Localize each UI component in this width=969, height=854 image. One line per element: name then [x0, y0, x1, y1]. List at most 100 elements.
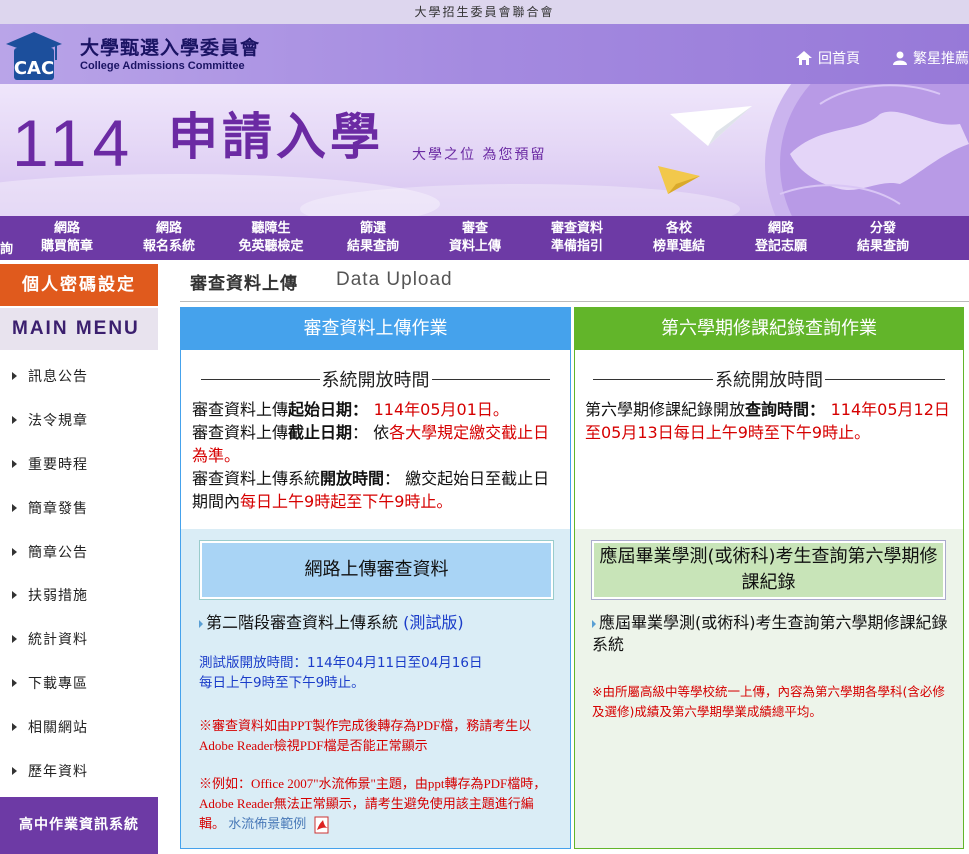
home-link[interactable]: 回首頁 — [796, 48, 860, 68]
menu-item-downloads[interactable]: 下載專區 — [0, 661, 158, 705]
menu-item-regulations[interactable]: 法令規章 — [0, 398, 158, 442]
banner-slogan: 大學之位 為您預留 — [412, 147, 547, 163]
course-record-panel-header: 第六學期修課紀錄查詢作業 — [574, 307, 964, 350]
menu-item-assistance[interactable]: 扶弱措施 — [0, 573, 158, 617]
course-record-system-link[interactable]: 應屆畢業學測(或術科)考生查詢第六學期修課紀錄系統 — [592, 612, 952, 656]
nav-item-preference-registration[interactable]: 網路 登記志願 — [730, 216, 832, 260]
menu-item-schedule[interactable]: 重要時程 — [0, 442, 158, 486]
theme-sample-link[interactable]: 水流佈景範例 — [228, 816, 306, 831]
menu-item-label: 下載專區 — [28, 676, 88, 693]
upload-panel-lower: 網路上傳審查資料 第二階段審查資料上傳系統 (測試版) 測試版開放時間：114年… — [181, 529, 570, 848]
nav-item-data-upload[interactable]: 審查 資料上傳 — [424, 216, 526, 260]
triangle-right-icon — [12, 459, 17, 468]
text: 審查資料上傳 — [192, 423, 289, 442]
brand-name-cn[interactable]: 大學甄選入學委員會 — [80, 33, 260, 60]
nav-item-registration[interactable]: 網路 報名系統 — [118, 216, 220, 260]
nav-item-line2: 準備指引 — [550, 239, 603, 254]
top-strip: 大學招生委員會聯合會 — [0, 0, 969, 24]
upload-system-link[interactable]: 第二階段審查資料上傳系統 (測試版) — [199, 612, 559, 634]
pdf-icon[interactable] — [313, 816, 331, 834]
test-version-tag: (測試版) — [403, 613, 464, 632]
nav-item-buy-brochure[interactable]: 網路 購買簡章 — [16, 216, 118, 260]
menu-item-label: 簡章公告 — [28, 544, 88, 561]
menu-item-archives[interactable]: 歷年資料 — [0, 749, 158, 793]
main-nav: 詢 網路 購買簡章 網路 報名系統 聽障生免英聽檢定 篩選結果查詢 審查資料上傳 審… — [0, 216, 969, 260]
nav-item-hearing-exempt[interactable]: 聽障生 免英聽檢定 — [220, 216, 322, 260]
ppt-note: ※例如：Office 2007"水流佈景"主題，由ppt轉存為PDF檔時，Ado… — [199, 774, 551, 834]
nav-item-line1: 分發 — [869, 221, 896, 236]
menu-item-label: 法令規章 — [28, 412, 88, 429]
upload-schedule-text: 審查資料上傳起始日期： 114年05月01日。 審查資料上傳截止日期： 依各大學… — [192, 398, 562, 513]
triangle-right-icon — [12, 591, 17, 600]
nav-item-line1: 各校 — [665, 221, 692, 236]
lang-link[interactable]: 繁星推薦 — [893, 48, 969, 68]
end-date-line: 審查資料上傳截止日期： 依各大學規定繳交截止日為準。 — [192, 421, 562, 467]
nav-item-line2: 登記志願 — [754, 239, 807, 254]
password-settings-button[interactable]: 個人密碼設定 — [0, 264, 158, 306]
menu-item-related-sites[interactable]: 相關網站 — [0, 705, 158, 749]
nav-item-placement-results[interactable]: 分發 結果查詢 — [832, 216, 934, 260]
text: ： — [809, 400, 831, 419]
menu-item-brochure-notice[interactable]: 簡章公告 — [0, 530, 158, 574]
main-menu-title: MAIN MENU — [0, 308, 158, 350]
menu-item-label: 訊息公告 — [28, 368, 88, 385]
text: 審查資料上傳系統 — [192, 469, 321, 488]
triangle-right-icon — [12, 723, 17, 732]
text-bold: 截止日期 — [288, 423, 353, 442]
online-upload-button[interactable]: 網路上傳審查資料 — [199, 540, 554, 600]
triangle-right-icon — [12, 503, 17, 512]
course-record-note: ※由所屬高級中等學校統一上傳，內容為第六學期各學科(含必修及選修)成績及第六學期… — [592, 684, 945, 719]
menu-item-label: 簡章發售 — [28, 500, 88, 517]
menu-item-label: 相關網站 — [28, 720, 88, 737]
cac-logo[interactable]: CAC — [4, 30, 64, 82]
section-title-row: 系統開放時間 — [575, 366, 963, 392]
menu-item-announcements[interactable]: 訊息公告 — [0, 354, 158, 398]
page-title-en: Data Upload — [336, 269, 453, 290]
brand-name-en[interactable]: College Admissions Committee — [80, 60, 245, 72]
triangle-right-icon — [12, 635, 17, 644]
course-record-panel: 系統開放時間 第六學期修課紀錄開放查詢時間： 114年05月12日至05月13日… — [574, 350, 964, 849]
nav-item-line2: 結果查詢 — [346, 239, 399, 254]
menu-item-label: 統計資料 — [28, 632, 88, 649]
section-title-row: 系統開放時間 — [181, 366, 570, 392]
text-bold: 查詢時間 — [745, 400, 810, 419]
triangle-right-icon — [12, 679, 17, 688]
nav-item-line1: 網路 — [155, 221, 182, 236]
nav-item-school-lists[interactable]: 各校 榜單連結 — [628, 216, 730, 260]
nav-item-line1: 審查 — [461, 221, 488, 236]
upload-panel-header: 審查資料上傳作業 — [180, 307, 571, 350]
nav-item-line1: 審查資料 — [550, 221, 603, 236]
nav-item-partial[interactable]: 詢 — [0, 216, 16, 260]
menu-item-label: 重要時程 — [28, 456, 88, 473]
nav-item-line1: 篩選 — [359, 221, 386, 236]
menu-item-statistics[interactable]: 統計資料 — [0, 617, 158, 661]
lang-label: 繁星推薦 — [913, 51, 969, 67]
upload-system-link-text: 第二階段審查資料上傳系統 — [206, 613, 399, 632]
course-record-panel-lower: 應屆畢業學測(或術科)考生查詢第六學期修課紀錄 應屆畢業學測(或術科)考生查詢第… — [575, 529, 963, 848]
banner-year: 114 — [12, 106, 136, 180]
course-record-link-text: 應屆畢業學測(或術科)考生查詢第六學期修課紀錄系統 — [592, 613, 948, 654]
high-school-system-button[interactable]: 高中作業資訊系統 — [0, 797, 158, 854]
divider-line — [825, 378, 945, 380]
text: 審查資料上傳 — [192, 400, 289, 419]
text-bold: 開放時間 — [320, 469, 385, 488]
test-period-line2: 每日上午9時至下午9時止。 — [199, 675, 365, 691]
menu-item-brochure-sale[interactable]: 簡章發售 — [0, 486, 158, 530]
nav-item-line1: 聽障生 — [251, 221, 291, 236]
nav-item-screening-results[interactable]: 篩選 結果查詢 — [322, 216, 424, 260]
page-title: 審查資料上傳 — [190, 274, 298, 294]
main-menu-list: 訊息公告 法令規章 重要時程 簡章發售 簡章公告 扶弱措施 統計資料 下載專區 … — [0, 354, 158, 793]
nav-item-prep-guide[interactable]: 審查資料 準備指引 — [526, 216, 628, 260]
nav-item-line2: 結果查詢 — [856, 239, 909, 254]
open-hours-value: 每日上午9時起至下午9時止。 — [240, 492, 453, 511]
nav-item-line2: 免英聽檢定 — [238, 239, 304, 254]
user-icon — [893, 51, 907, 65]
home-icon — [796, 51, 812, 65]
nav-item-line2: 資料上傳 — [448, 239, 501, 254]
triangle-right-icon — [12, 371, 17, 380]
arrow-right-icon — [199, 619, 203, 628]
section-title: 系統開放時間 — [321, 370, 430, 391]
nav-item-line2: 榜單連結 — [652, 239, 705, 254]
start-date-value: 114年05月01日。 — [373, 400, 509, 419]
course-record-query-button[interactable]: 應屆畢業學測(或術科)考生查詢第六學期修課紀錄 — [591, 540, 946, 600]
